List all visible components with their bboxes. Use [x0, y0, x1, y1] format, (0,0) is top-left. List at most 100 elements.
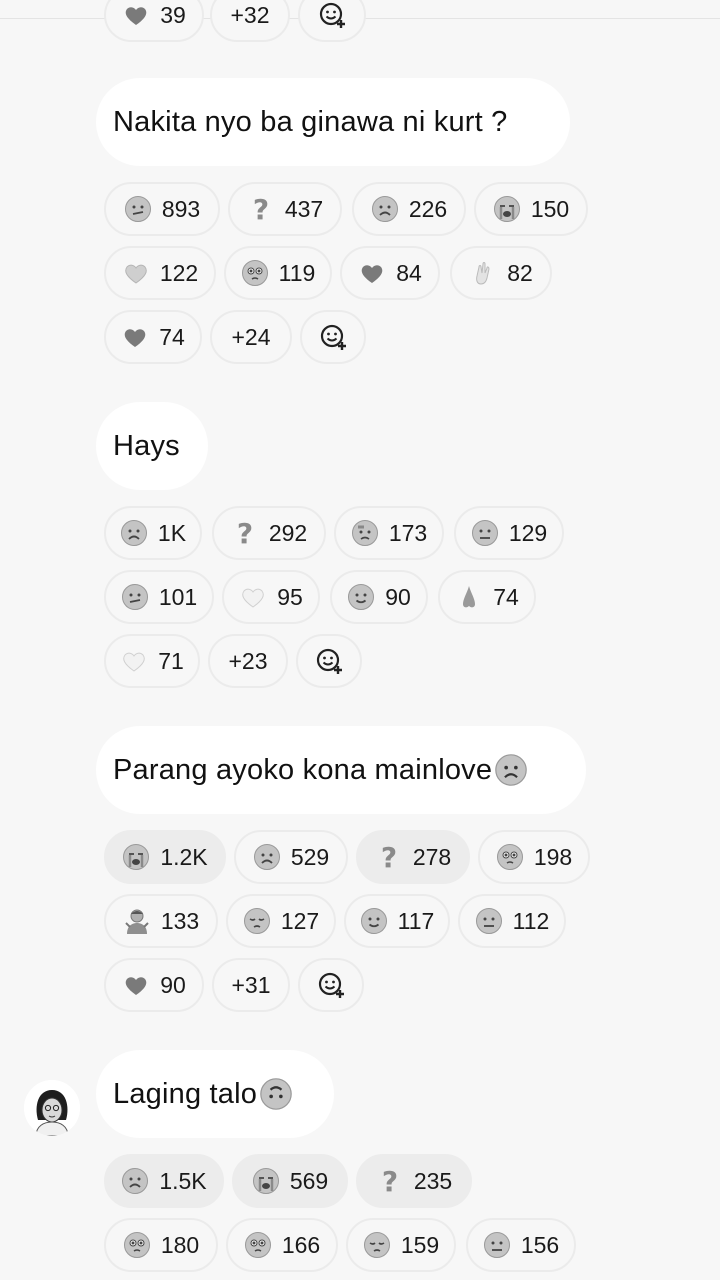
reaction-chip-selected[interactable]: ? 278 — [356, 830, 470, 884]
reaction-count: 569 — [289, 1167, 329, 1194]
more-count: +23 — [228, 647, 268, 674]
pleading-face-icon — [496, 843, 524, 871]
reaction-count: 173 — [388, 519, 428, 546]
reaction-chip[interactable]: 529 — [234, 830, 348, 884]
reaction-count: 82 — [507, 259, 533, 286]
message-text: Hays — [113, 429, 180, 462]
add-reaction-icon — [317, 971, 345, 999]
reaction-count: 74 — [159, 323, 185, 350]
reaction-count: 529 — [290, 843, 330, 870]
reaction-chip[interactable]: 112 — [458, 894, 566, 948]
more-reactions-chip[interactable]: +23 — [208, 634, 288, 688]
reaction-count: 122 — [159, 259, 199, 286]
reaction-chip[interactable]: 1K — [104, 506, 202, 560]
svg-text:?: ? — [381, 843, 397, 871]
add-reaction-button[interactable] — [298, 958, 364, 1012]
reaction-count: 95 — [277, 583, 303, 610]
reaction-count: 156 — [520, 1231, 560, 1258]
reaction-chip-selected[interactable]: 1.2K — [104, 830, 226, 884]
reaction-count: 74 — [493, 583, 519, 610]
pensive-face-icon — [243, 907, 271, 935]
reaction-chip-selected[interactable]: 1.5K — [104, 1154, 224, 1208]
reaction-chip[interactable]: 117 — [344, 894, 450, 948]
more-reactions-chip[interactable]: +31 — [212, 958, 290, 1012]
reaction-chip[interactable]: 39 — [104, 0, 204, 42]
reaction-chip[interactable]: 180 — [104, 1218, 218, 1272]
reaction-count: 166 — [281, 1231, 321, 1258]
avatar[interactable] — [24, 1080, 80, 1136]
reaction-chip[interactable]: 90 — [330, 570, 428, 624]
message-bubble[interactable]: Nakita nyo ba ginawa ni kurt ? — [96, 78, 570, 166]
message-bubble[interactable]: Hays — [96, 402, 208, 490]
reaction-chip[interactable]: 74 — [104, 310, 202, 364]
reaction-chip[interactable]: 173 — [334, 506, 444, 560]
frowning-face-icon — [371, 195, 399, 223]
reaction-chip[interactable]: 122 — [104, 246, 216, 300]
reaction-count: 119 — [278, 259, 316, 286]
reaction-chip[interactable]: 159 — [346, 1218, 456, 1272]
more-reactions-chip[interactable]: +24 — [210, 310, 292, 364]
reaction-count: 226 — [408, 195, 448, 222]
reaction-count: 437 — [284, 195, 324, 222]
reaction-count: 129 — [508, 519, 548, 546]
add-reaction-button[interactable] — [298, 0, 366, 42]
reaction-chip[interactable]: 119 — [224, 246, 332, 300]
message-bubble[interactable]: Laging talo — [96, 1050, 334, 1138]
reaction-chip[interactable]: ? 437 — [228, 182, 342, 236]
add-reaction-button[interactable] — [300, 310, 366, 364]
reaction-chip[interactable]: 129 — [454, 506, 564, 560]
heart-icon — [358, 259, 386, 287]
reaction-chip[interactable]: 127 — [226, 894, 336, 948]
heart-icon — [122, 259, 150, 287]
reaction-count: 198 — [533, 843, 573, 870]
neutral-face-icon — [483, 1231, 511, 1259]
reaction-chip[interactable]: 74 — [438, 570, 536, 624]
reaction-chip[interactable]: 82 — [450, 246, 552, 300]
reaction-chip[interactable]: ? 292 — [212, 506, 326, 560]
confused-face-icon — [121, 583, 149, 611]
slightly-smiling-face-icon — [360, 907, 388, 935]
person-gesture-icon — [123, 907, 151, 935]
reaction-chip[interactable]: 84 — [340, 246, 440, 300]
pleading-face-icon — [241, 259, 269, 287]
reaction-count: 893 — [161, 195, 201, 222]
reaction-count: 101 — [158, 583, 198, 610]
pensive-face-icon — [363, 1231, 391, 1259]
reaction-chip[interactable]: 133 — [104, 894, 218, 948]
reaction-count: 1.5K — [159, 1167, 207, 1194]
reaction-chip[interactable]: 156 — [466, 1218, 576, 1272]
loudly-crying-face-icon — [252, 1167, 280, 1195]
heart-icon — [239, 583, 267, 611]
question-mark-icon: ? — [376, 1167, 404, 1195]
neutral-face-icon — [475, 907, 503, 935]
heart-icon — [122, 971, 150, 999]
reaction-chip[interactable]: 95 — [222, 570, 320, 624]
loudly-crying-face-icon — [493, 195, 521, 223]
reaction-chip[interactable]: 90 — [104, 958, 204, 1012]
svg-text:?: ? — [253, 195, 269, 223]
reaction-chip[interactable]: 71 — [104, 634, 200, 688]
more-reactions-chip[interactable]: +32 — [210, 0, 290, 42]
neutral-face-icon — [471, 519, 499, 547]
sad-sweat-face-icon — [351, 519, 379, 547]
reaction-chip[interactable]: 150 — [474, 182, 588, 236]
reaction-chip-selected[interactable]: 569 — [232, 1154, 348, 1208]
reaction-count: 112 — [512, 907, 550, 934]
frowning-face-icon — [121, 1167, 149, 1195]
reaction-count: 278 — [412, 843, 452, 870]
reaction-count: 127 — [280, 907, 320, 934]
reaction-count: 235 — [413, 1167, 453, 1194]
question-mark-icon: ? — [375, 843, 403, 871]
reaction-chip[interactable]: 198 — [478, 830, 590, 884]
reaction-chip[interactable]: 893 — [104, 182, 220, 236]
heart-icon — [122, 1, 150, 29]
reaction-chip-selected[interactable]: ? 235 — [356, 1154, 472, 1208]
reaction-chip[interactable]: 101 — [104, 570, 214, 624]
reaction-chip[interactable]: 226 — [352, 182, 466, 236]
reaction-chip[interactable]: 166 — [226, 1218, 338, 1272]
add-reaction-button[interactable] — [296, 634, 362, 688]
pleading-face-icon — [244, 1231, 272, 1259]
reaction-count: 133 — [160, 907, 200, 934]
message-bubble[interactable]: Parang ayoko kona mainlove — [96, 726, 586, 814]
reaction-count: 117 — [397, 907, 435, 934]
